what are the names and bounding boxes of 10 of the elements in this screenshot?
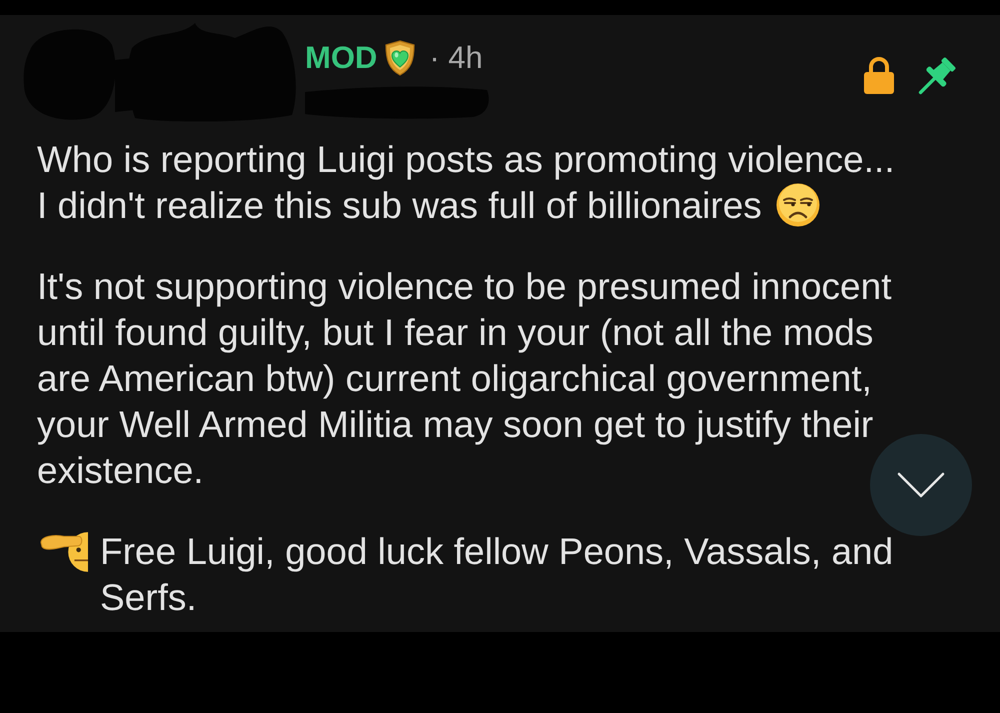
post-text: Free Luigi, good luck fellow Peons, Vassals, and Serfs. (100, 530, 894, 620)
chevron-down-icon (897, 472, 945, 498)
moderator-label: MOD (305, 40, 378, 76)
post-time: · 4h (429, 40, 483, 76)
post-text: It's not supporting violence to be presumed innocent until found guilty, but I fear in your (not all the mods are American btw) current oligarchical government, your Well Armed Militia may soon get to justify their existence. (37, 266, 892, 491)
post-text: I didn't realize this sub was full of billionaires (37, 185, 762, 226)
post-text: Who is reporting Luigi posts as promoting violence... (37, 139, 895, 180)
shield-heart-icon (385, 40, 416, 76)
unamused-face-icon (776, 183, 820, 227)
saluting-face-icon (40, 531, 88, 573)
